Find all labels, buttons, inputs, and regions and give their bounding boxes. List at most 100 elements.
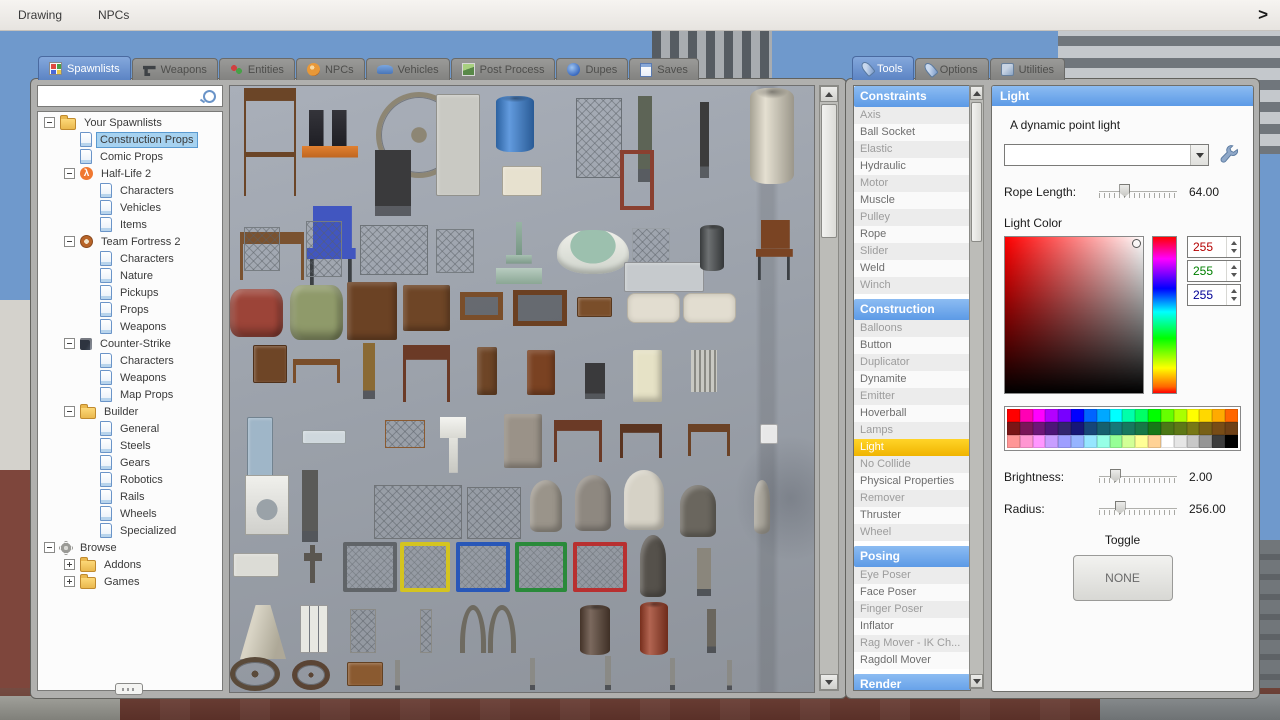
- prop-rust-barrel[interactable]: [580, 605, 610, 655]
- prop-radiator[interactable]: [691, 350, 717, 392]
- tree-item-nature[interactable]: Nature: [38, 267, 222, 284]
- spawnmenu-tab-spawnlists[interactable]: Spawnlists: [38, 56, 131, 80]
- tool-physical-properties[interactable]: Physical Properties: [854, 473, 970, 490]
- prop-red-couch[interactable]: [230, 289, 283, 337]
- tree-item-rails[interactable]: Rails: [38, 488, 222, 505]
- tree-item-weapons[interactable]: Weapons: [38, 369, 222, 386]
- tree-item-team-fortress-2[interactable]: Team Fortress 2: [38, 233, 222, 250]
- prop-sink[interactable]: [440, 417, 466, 473]
- tool-no-collide[interactable]: No Collide: [854, 456, 970, 473]
- prop-coat-rack[interactable]: [385, 420, 425, 448]
- prop-mattress[interactable]: [627, 293, 680, 323]
- prop-fountain[interactable]: [496, 222, 542, 284]
- prop-trash-can[interactable]: [700, 225, 724, 271]
- palette-swatch-2-12[interactable]: [1160, 435, 1174, 448]
- prop-cage-yellow[interactable]: [400, 542, 450, 592]
- tool-rope[interactable]: Rope: [854, 226, 970, 243]
- prop-round-table[interactable]: [554, 420, 602, 462]
- tree-item-half-life-2[interactable]: Half-Life 2: [38, 165, 222, 182]
- collapse-icon[interactable]: [64, 168, 75, 179]
- prop-plank[interactable]: [347, 662, 383, 686]
- prop-gravestone-3[interactable]: [624, 470, 664, 530]
- tool-light[interactable]: Light: [854, 439, 970, 456]
- prop-pipe[interactable]: [700, 102, 709, 178]
- prop-wheel-part[interactable]: [230, 657, 280, 691]
- color-saturation-square[interactable]: [1004, 236, 1145, 394]
- palette-swatch-1-2[interactable]: [1032, 422, 1046, 435]
- palette-swatch-0-6[interactable]: [1083, 409, 1097, 422]
- arrow-down-icon[interactable]: [1230, 273, 1237, 277]
- prop-bar-stool[interactable]: [244, 88, 296, 196]
- prop-counter-shelf[interactable]: [502, 166, 542, 196]
- color-cursor[interactable]: [1132, 239, 1142, 248]
- prop-armoire[interactable]: [347, 282, 397, 340]
- prop-obelisk[interactable]: [640, 535, 666, 597]
- tree-item-builder[interactable]: Builder: [38, 403, 222, 420]
- preset-dropdown[interactable]: [1004, 144, 1209, 166]
- tree-item-counter-strike[interactable]: Counter-Strike: [38, 335, 222, 352]
- tool-button[interactable]: Button: [854, 337, 970, 354]
- prop-red-barrel[interactable]: [640, 602, 668, 655]
- tool-inflator[interactable]: Inflator: [854, 618, 970, 635]
- prop-grave-marker[interactable]: [754, 480, 770, 534]
- palette-swatch-0-13[interactable]: [1173, 409, 1187, 422]
- palette-swatch-0-3[interactable]: [1045, 409, 1059, 422]
- tool-lamps[interactable]: Lamps: [854, 422, 970, 439]
- prop-washer[interactable]: [245, 475, 289, 535]
- prop-pole-5[interactable]: [727, 660, 732, 690]
- prop-fridge[interactable]: [633, 350, 662, 402]
- tool-pulley[interactable]: Pulley: [854, 209, 970, 226]
- tree-item-characters[interactable]: Characters: [38, 182, 222, 199]
- scroll-thumb[interactable]: [821, 104, 837, 238]
- tool-weld[interactable]: Weld: [854, 260, 970, 277]
- palette-swatch-1-10[interactable]: [1135, 422, 1149, 435]
- toolmenu-tab-tools[interactable]: Tools: [852, 56, 914, 80]
- prop-cabinet[interactable]: [527, 350, 555, 395]
- prop-lamp-column[interactable]: [375, 150, 411, 216]
- palette-swatch-1-14[interactable]: [1186, 422, 1200, 435]
- spawnmenu-tab-saves[interactable]: Saves: [629, 58, 699, 80]
- palette-swatch-1-6[interactable]: [1083, 422, 1097, 435]
- brightness-slider[interactable]: [1099, 469, 1177, 485]
- search-input[interactable]: [38, 88, 203, 104]
- tree-item-map-props[interactable]: Map Props: [38, 386, 222, 403]
- palette-swatch-1-8[interactable]: [1109, 422, 1123, 435]
- palette-swatch-2-16[interactable]: [1212, 435, 1226, 448]
- collapse-icon[interactable]: [44, 117, 55, 128]
- palette-swatch-0-12[interactable]: [1160, 409, 1174, 422]
- prop-glass-pane[interactable]: [302, 430, 346, 444]
- palette-swatch-2-10[interactable]: [1135, 435, 1149, 448]
- prop-board[interactable]: [577, 297, 612, 317]
- blue-spinner[interactable]: 255: [1187, 284, 1241, 306]
- tool-emitter[interactable]: Emitter: [854, 388, 970, 405]
- prop-wood-chair[interactable]: [754, 220, 794, 280]
- spawnmenu-tab-vehicles[interactable]: Vehicles: [365, 58, 450, 80]
- scroll-up-button[interactable]: [820, 86, 838, 102]
- prop-lockers[interactable]: [300, 605, 328, 653]
- prop-pole-1[interactable]: [395, 660, 400, 690]
- prop-lamp-shade[interactable]: [240, 605, 286, 659]
- toolmenu-tab-utilities[interactable]: Utilities: [989, 58, 1066, 80]
- prop-crate-tray-2[interactable]: [513, 290, 567, 326]
- menu-expand-chevron[interactable]: >: [1258, 5, 1268, 25]
- expand-icon[interactable]: [64, 559, 75, 570]
- prop-metal-door[interactable]: [436, 94, 480, 196]
- spinner-arrows[interactable]: [1226, 261, 1240, 281]
- tool-balloons[interactable]: Balloons: [854, 320, 970, 337]
- tool-remover[interactable]: Remover: [854, 490, 970, 507]
- expand-icon[interactable]: [64, 576, 75, 587]
- tool-ball-socket[interactable]: Ball Socket: [854, 124, 970, 141]
- palette-swatch-1-16[interactable]: [1212, 422, 1226, 435]
- palette-swatch-0-1[interactable]: [1019, 409, 1033, 422]
- prop-paper[interactable]: [760, 424, 778, 444]
- prop-gear-part[interactable]: [292, 660, 330, 690]
- tool-thruster[interactable]: Thruster: [854, 507, 970, 524]
- tree-item-characters[interactable]: Characters: [38, 250, 222, 267]
- toggle-key-button[interactable]: NONE: [1072, 555, 1173, 601]
- palette-swatch-2-2[interactable]: [1032, 435, 1046, 448]
- tool-axis[interactable]: Axis: [854, 107, 970, 124]
- menu-drawing[interactable]: Drawing: [0, 0, 80, 30]
- tree-item-games[interactable]: Games: [38, 573, 222, 590]
- palette-swatch-2-15[interactable]: [1199, 435, 1213, 448]
- prop-gravestone-2[interactable]: [575, 475, 611, 531]
